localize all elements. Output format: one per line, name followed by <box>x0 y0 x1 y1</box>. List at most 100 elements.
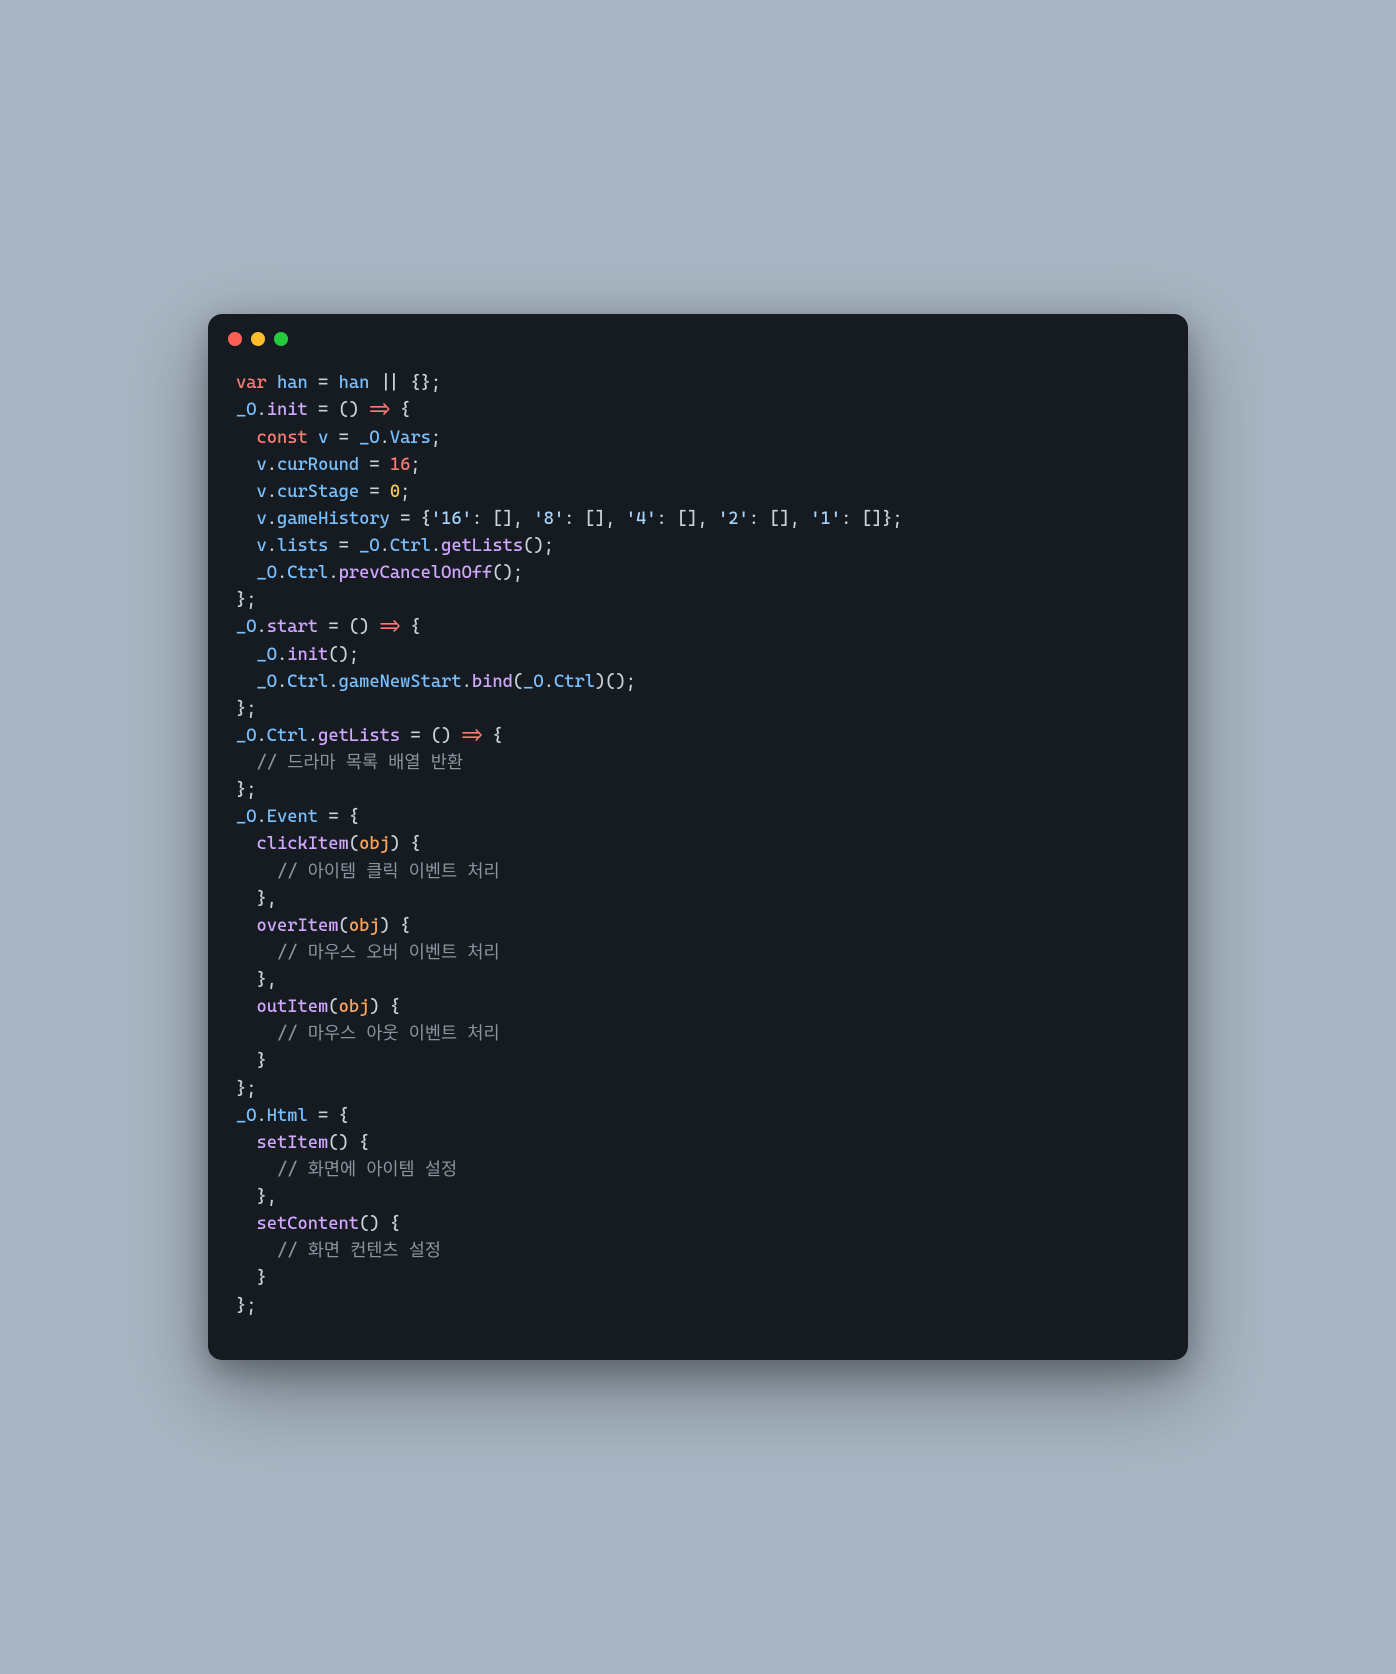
code-line: const v = _O.Vars; <box>236 425 1160 452</box>
code-token: . <box>267 536 277 556</box>
code-token: : [], <box>564 509 626 529</box>
code-token: _O <box>523 672 544 692</box>
code-token <box>236 916 257 936</box>
code-token: Vars <box>390 428 431 448</box>
code-token: v <box>318 428 328 448</box>
code-token: }, <box>236 1187 277 1207</box>
code-token: _O <box>236 1106 257 1126</box>
code-token: getLists <box>318 726 400 746</box>
code-token: ) { <box>380 916 411 936</box>
code-token: han <box>339 373 370 393</box>
code-token: . <box>462 672 472 692</box>
code-line: }; <box>236 1076 1160 1103</box>
code-token: . <box>544 672 554 692</box>
code-token: = <box>359 482 390 502</box>
code-token: . <box>308 726 318 746</box>
code-line: _O.init(); <box>236 642 1160 669</box>
code-token: ( <box>339 916 349 936</box>
code-token: } <box>236 1051 267 1071</box>
code-token: _O <box>257 672 278 692</box>
code-line: // 마우스 오버 이벤트 처리 <box>236 940 1160 967</box>
code-token: => <box>380 617 401 637</box>
code-token: _O <box>359 536 380 556</box>
code-token: 16 <box>390 455 411 475</box>
code-line: _O.init = () => { <box>236 397 1160 424</box>
code-token: . <box>328 672 338 692</box>
code-token: ; <box>400 482 410 502</box>
code-token: (); <box>492 563 523 583</box>
code-token <box>236 1133 257 1153</box>
code-line: }; <box>236 696 1160 723</box>
code-token <box>236 455 257 475</box>
code-token: init <box>287 645 328 665</box>
code-token: . <box>277 672 287 692</box>
code-token: . <box>257 726 267 746</box>
minimize-icon[interactable] <box>251 332 265 346</box>
code-token: Ctrl <box>267 726 308 746</box>
code-token: () { <box>328 1133 369 1153</box>
code-token <box>236 509 257 529</box>
code-line: } <box>236 1265 1160 1292</box>
code-token: } <box>236 1268 267 1288</box>
code-token: . <box>257 1106 267 1126</box>
code-window: var han = han || {};_O.init = () => { co… <box>208 314 1188 1359</box>
code-token: v <box>257 455 267 475</box>
code-token: '8' <box>533 509 564 529</box>
code-token <box>236 1241 277 1261</box>
code-token: ( <box>349 834 359 854</box>
code-line: }, <box>236 886 1160 913</box>
code-token: . <box>380 536 390 556</box>
code-token: start <box>267 617 318 637</box>
code-token: overItem <box>257 916 339 936</box>
code-token: _O <box>236 807 257 827</box>
code-line: _O.Event = { <box>236 804 1160 831</box>
code-line: }, <box>236 967 1160 994</box>
code-line: _O.Ctrl.prevCancelOnOff(); <box>236 560 1160 587</box>
code-token: . <box>267 509 277 529</box>
code-token: obj <box>359 834 390 854</box>
code-token: gameHistory <box>277 509 390 529</box>
code-token: . <box>277 563 287 583</box>
code-line: // 드라마 목록 배열 반환 <box>236 750 1160 777</box>
code-token: _O <box>359 428 380 448</box>
code-token: ; <box>431 428 441 448</box>
code-token: (); <box>328 645 359 665</box>
code-token: Html <box>267 1106 308 1126</box>
code-token: v <box>257 536 267 556</box>
code-line: _O.Html = { <box>236 1103 1160 1130</box>
code-token <box>236 753 257 773</box>
code-token: _O <box>236 726 257 746</box>
code-token: { <box>400 617 421 637</box>
code-token: // 화면에 아이템 설정 <box>277 1160 457 1180</box>
code-line: }; <box>236 587 1160 614</box>
code-token: '1' <box>810 509 841 529</box>
code-token: . <box>431 536 441 556</box>
code-token <box>236 862 277 882</box>
code-token <box>236 1160 277 1180</box>
code-line: v.lists = _O.Ctrl.getLists(); <box>236 533 1160 560</box>
code-token: ( <box>328 997 338 1017</box>
code-line: // 마우스 아웃 이벤트 처리 <box>236 1021 1160 1048</box>
code-token: // 드라마 목록 배열 반환 <box>257 753 463 773</box>
close-icon[interactable] <box>228 332 242 346</box>
code-line: outItem(obj) { <box>236 994 1160 1021</box>
code-line: }; <box>236 1293 1160 1320</box>
code-token: : []}; <box>841 509 903 529</box>
code-line: }, <box>236 1184 1160 1211</box>
code-line: // 화면에 아이템 설정 <box>236 1157 1160 1184</box>
code-line: // 화면 컨텐츠 설정 <box>236 1238 1160 1265</box>
code-token: : [], <box>472 509 534 529</box>
code-token: prevCancelOnOff <box>339 563 493 583</box>
code-line: _O.Ctrl.getLists = () => { <box>236 723 1160 750</box>
code-token: }, <box>236 889 277 909</box>
code-token: '4' <box>626 509 657 529</box>
code-token: Ctrl <box>554 672 595 692</box>
code-token <box>236 672 257 692</box>
code-token: }; <box>236 780 257 800</box>
code-token <box>236 1214 257 1234</box>
code-line: setContent() { <box>236 1211 1160 1238</box>
code-token: : [], <box>749 509 811 529</box>
code-line: v.curRound = 16; <box>236 452 1160 479</box>
maximize-icon[interactable] <box>274 332 288 346</box>
code-token: getLists <box>441 536 523 556</box>
